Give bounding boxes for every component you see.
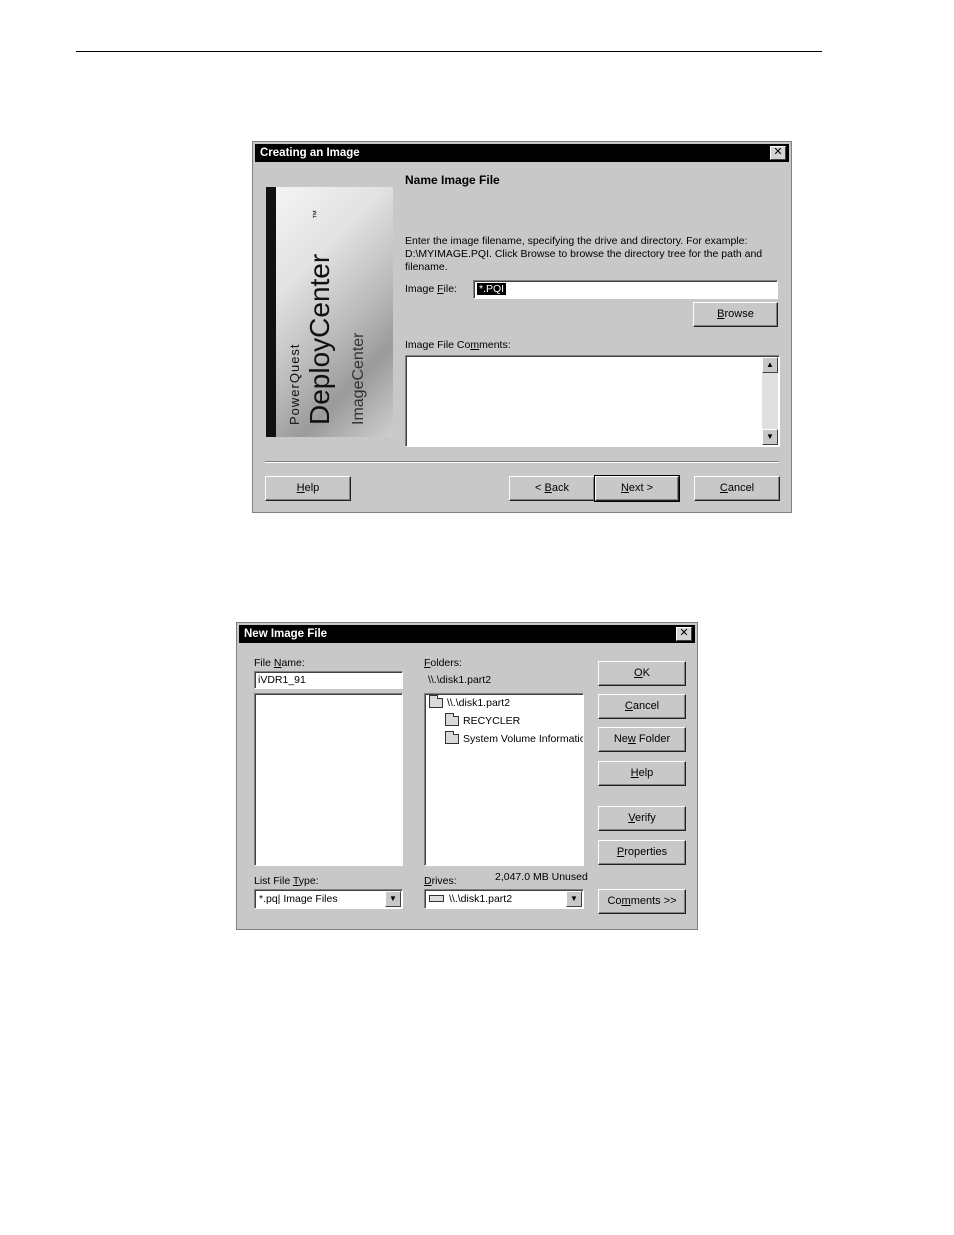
- folder-icon: [445, 713, 459, 727]
- logo-imagecenter: ImageCenter: [350, 332, 367, 426]
- comments-button[interactable]: Comments >>: [598, 889, 686, 914]
- file-name-value: iVDR1_91: [258, 674, 306, 686]
- dialog-title-bar[interactable]: New Image File ✕: [239, 625, 695, 643]
- chevron-down-icon[interactable]: ▼: [385, 891, 401, 907]
- dialog-title-bar[interactable]: Creating an Image ✕: [255, 144, 789, 162]
- folder-item-recycler[interactable]: RECYCLER: [445, 713, 520, 727]
- image-file-value: *.PQI: [477, 283, 507, 295]
- cancel-button[interactable]: Cancel: [694, 476, 780, 501]
- file-name-label: File Name:: [254, 657, 305, 669]
- close-icon[interactable]: ✕: [676, 627, 692, 641]
- help-button[interactable]: Help: [598, 761, 686, 786]
- file-list[interactable]: [254, 693, 403, 866]
- next-button[interactable]: Next >: [594, 475, 680, 502]
- comments-scrollbar[interactable]: ▲ ▼: [762, 357, 778, 445]
- folder-tree[interactable]: \\.\disk1.part2 RECYCLER System Volume I…: [424, 693, 584, 866]
- creating-image-dialog: Creating an Image ✕ PowerQuest DeployCen…: [252, 141, 792, 513]
- page-header-rule: [76, 51, 822, 52]
- new-image-file-dialog: New Image File ✕ File Name: iVDR1_91 Fol…: [236, 622, 698, 930]
- logo-deploycenter: DeployCenter: [304, 253, 335, 425]
- folder-icon: [445, 731, 459, 745]
- folder-item-root[interactable]: \\.\disk1.part2: [429, 695, 510, 709]
- dialog-title: New Image File: [244, 628, 328, 640]
- drive-unused-space: 2,047.0 MB Unused: [495, 871, 588, 883]
- image-file-input[interactable]: *.PQI: [473, 280, 778, 299]
- drives-value: \\.\disk1.part2: [449, 893, 513, 905]
- instructions-line-3: filename.: [405, 261, 448, 273]
- folder-item-system-volume[interactable]: System Volume Informatio: [445, 731, 583, 745]
- list-file-type-select[interactable]: *.pq| Image Files ▼: [254, 889, 403, 909]
- scroll-down-icon[interactable]: ▼: [762, 429, 778, 445]
- drive-icon: [429, 895, 444, 902]
- image-file-label: Image File:: [405, 283, 457, 295]
- drives-label: Drives:: [424, 875, 457, 887]
- open-folder-icon: [429, 695, 443, 709]
- instructions-line-2: D:\MYIMAGE.PQI. Click Browse to browse t…: [405, 248, 763, 260]
- image-file-comments-textarea[interactable]: ▲ ▼: [405, 355, 780, 447]
- cancel-button[interactable]: Cancel: [598, 694, 686, 719]
- current-path: \\.\disk1.part2: [428, 674, 492, 686]
- chevron-down-icon[interactable]: ▼: [566, 891, 582, 907]
- deploycenter-logo: PowerQuest DeployCenter ™ ImageCenter: [266, 187, 393, 437]
- logo-powerquest: PowerQuest: [287, 343, 302, 425]
- dialog-title: Creating an Image: [260, 147, 360, 159]
- dialog-separator: [265, 461, 779, 463]
- properties-button[interactable]: Properties: [598, 840, 686, 865]
- drives-select[interactable]: \\.\disk1.part2 ▼: [424, 889, 584, 909]
- new-folder-button[interactable]: New Folder: [598, 727, 686, 752]
- browse-button[interactable]: Browse: [693, 302, 778, 327]
- folders-label: Folders:: [424, 657, 462, 669]
- instructions-line-1: Enter the image filename, specifying the…: [405, 235, 748, 247]
- verify-button[interactable]: Verify: [598, 806, 686, 831]
- close-icon[interactable]: ✕: [770, 146, 786, 160]
- scroll-up-icon[interactable]: ▲: [762, 357, 778, 373]
- file-name-input[interactable]: iVDR1_91: [254, 671, 403, 689]
- page-heading: Name Image File: [405, 173, 500, 187]
- list-file-type-value: *.pq| Image Files: [259, 893, 338, 905]
- list-file-type-label: List File Type:: [254, 875, 319, 887]
- help-button[interactable]: Help: [265, 476, 351, 501]
- image-file-comments-label: Image File Comments:: [405, 339, 511, 351]
- logo-tm: ™: [311, 210, 321, 219]
- ok-button[interactable]: OK: [598, 661, 686, 686]
- back-button[interactable]: < Back: [509, 476, 595, 501]
